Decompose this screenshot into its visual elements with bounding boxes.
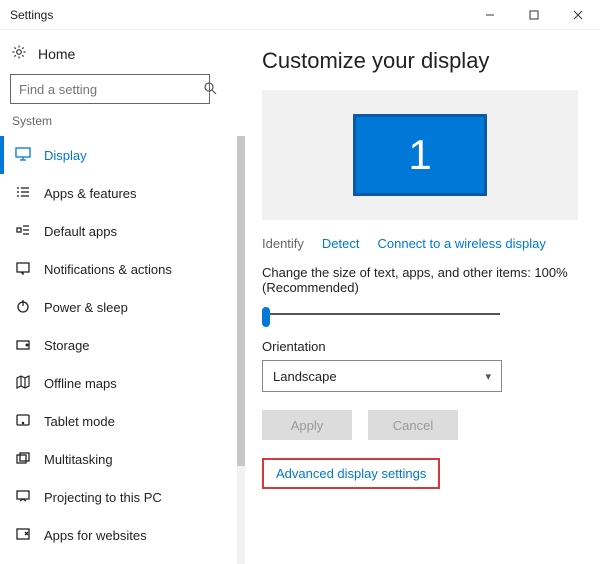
nav-apps-features[interactable]: Apps & features [0, 174, 234, 212]
nav-label: Notifications & actions [44, 262, 172, 277]
nav-label: Tablet mode [44, 414, 115, 429]
project-icon [12, 489, 34, 505]
left-pane: Home System Display Apps & features [0, 30, 248, 564]
maximize-button[interactable] [512, 0, 556, 30]
multitask-icon [12, 451, 34, 467]
display-arrangement[interactable]: 1 [262, 90, 578, 220]
orientation-select[interactable]: Landscape ▾ [262, 360, 502, 392]
nav-tablet-mode[interactable]: Tablet mode [0, 402, 234, 440]
list-icon [12, 185, 34, 202]
orientation-label: Orientation [262, 339, 578, 354]
window-title: Settings [0, 8, 53, 22]
nav-label: Multitasking [44, 452, 113, 467]
page-heading: Customize your display [262, 48, 578, 74]
nav-display[interactable]: Display [0, 136, 234, 174]
search-box[interactable] [10, 74, 210, 104]
monitor-1[interactable]: 1 [353, 114, 487, 196]
nav-list: Display Apps & features Default apps Not… [0, 136, 234, 564]
power-icon [12, 299, 34, 316]
nav-default-apps[interactable]: Default apps [0, 212, 234, 250]
titlebar: Settings [0, 0, 600, 30]
apps-web-icon [12, 527, 34, 543]
nav-label: Apps & features [44, 186, 137, 201]
search-icon [203, 81, 217, 98]
advanced-display-link[interactable]: Advanced display settings [276, 466, 426, 481]
notification-icon [12, 261, 34, 278]
search-input[interactable] [11, 82, 203, 97]
sidebar-scrollbar[interactable] [234, 136, 248, 564]
nav-label: Default apps [44, 224, 117, 239]
home-button[interactable]: Home [0, 30, 248, 74]
map-icon [12, 375, 34, 392]
tablet-icon [12, 413, 34, 429]
nav-storage[interactable]: Storage [0, 326, 234, 364]
home-label: Home [38, 46, 75, 62]
nav-notifications[interactable]: Notifications & actions [0, 250, 234, 288]
nav-offline-maps[interactable]: Offline maps [0, 364, 234, 402]
nav-label: Storage [44, 338, 90, 353]
nav-label: Projecting to this PC [44, 490, 162, 505]
orientation-value: Landscape [273, 369, 337, 384]
advanced-display-link-highlight: Advanced display settings [262, 458, 440, 489]
monitor-icon [12, 147, 34, 164]
detect-link[interactable]: Detect [322, 236, 360, 251]
gear-icon [10, 44, 28, 64]
identify-link[interactable]: Identify [262, 236, 304, 251]
window-buttons [468, 0, 600, 30]
section-label: System [0, 114, 248, 136]
nav-apps-websites[interactable]: Apps for websites [0, 516, 234, 554]
nav-power-sleep[interactable]: Power & sleep [0, 288, 234, 326]
chevron-down-icon: ▾ [485, 370, 491, 383]
nav-label: Power & sleep [44, 300, 128, 315]
wireless-display-link[interactable]: Connect to a wireless display [378, 236, 546, 251]
monitor-number: 1 [408, 131, 431, 179]
content-pane: Customize your display 1 Identify Detect… [248, 30, 600, 564]
storage-icon [12, 337, 34, 353]
nav-multitasking[interactable]: Multitasking [0, 440, 234, 478]
minimize-button[interactable] [468, 0, 512, 30]
nav-label: Display [44, 148, 87, 163]
scale-label: Change the size of text, apps, and other… [262, 265, 578, 295]
cancel-button[interactable]: Cancel [368, 410, 458, 440]
close-button[interactable] [556, 0, 600, 30]
apply-button[interactable]: Apply [262, 410, 352, 440]
nav-label: Offline maps [44, 376, 117, 391]
scale-slider[interactable] [262, 305, 502, 323]
nav-label: Apps for websites [44, 528, 147, 543]
defaults-icon [12, 223, 34, 240]
nav-projecting[interactable]: Projecting to this PC [0, 478, 234, 516]
